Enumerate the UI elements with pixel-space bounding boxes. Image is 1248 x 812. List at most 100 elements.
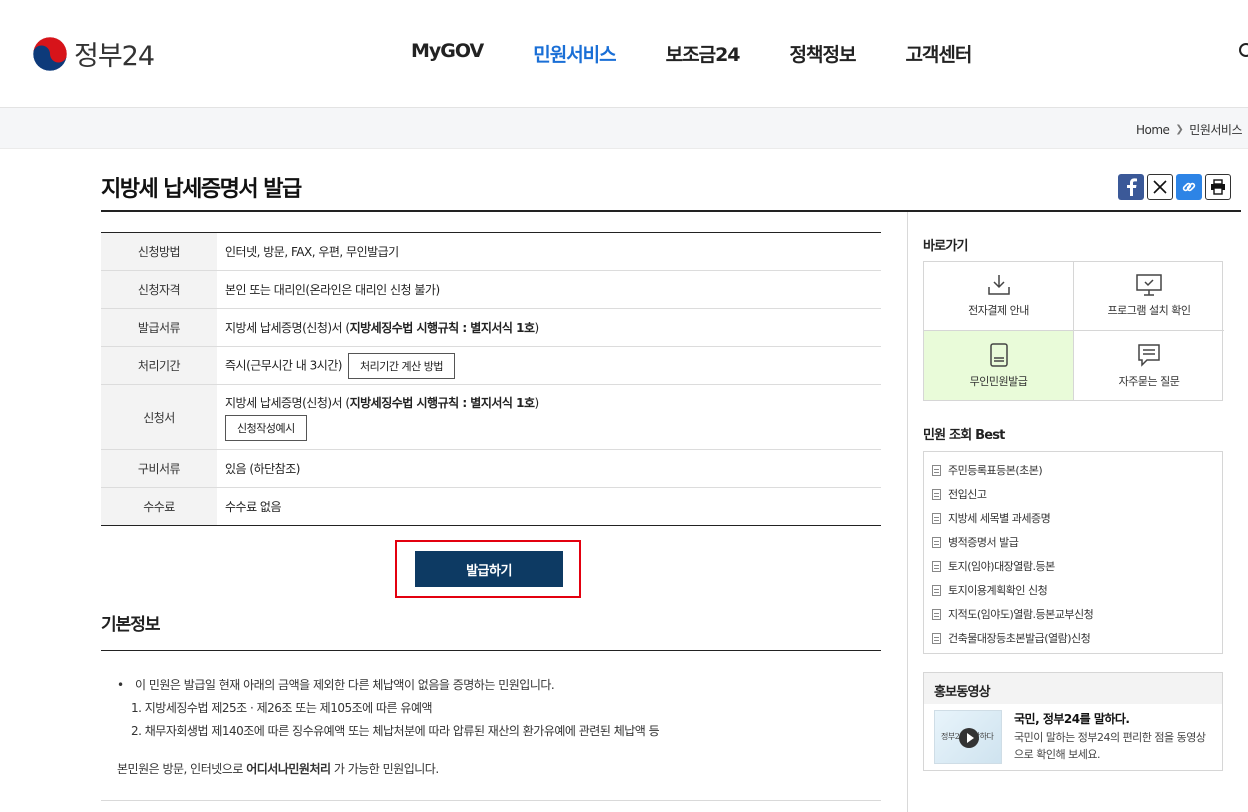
promo-title: 홍보동영상 xyxy=(924,673,1222,704)
table-row: 신청방법 인터넷, 방문, FAX, 우편, 무인발급기 xyxy=(101,232,881,271)
nav-subsidy[interactable]: 보조금24 xyxy=(666,40,741,67)
promo-video-box: 홍보동영상 정부24를 말하다 국민, 정부24를 말하다. 국민이 말하는 정… xyxy=(923,672,1223,771)
best-item-label: 토지(임야)대장열람.등본 xyxy=(948,560,1055,573)
quick-link-label: 프로그램 설치 확인 xyxy=(1107,304,1191,317)
table-row: 처리기간 즉시(근무시간 내 3시간) 처리기간 계산 방법 xyxy=(101,346,881,385)
nav-policy[interactable]: 정책정보 xyxy=(790,40,857,67)
form-text: 지방세 납세증명(신청)서 ( xyxy=(225,395,350,410)
period-text: 즉시(근무시간 내 3시간) xyxy=(225,358,343,372)
nav-mygov[interactable]: MyGOV xyxy=(411,40,484,67)
row-value: 본인 또는 대리인(온라인은 대리인 신청 불가) xyxy=(217,270,881,309)
search-icon[interactable] xyxy=(1238,42,1248,62)
bullet-icon: • xyxy=(117,678,124,692)
best-item-label: 병적증명서 발급 xyxy=(948,536,1019,549)
title-divider xyxy=(101,210,1241,212)
row-label: 신청자격 xyxy=(101,270,217,309)
documents-close: ) xyxy=(534,321,540,335)
quick-links-grid: 전자결제 안내 프로그램 설치 확인 무인민원발급 자주묻는 질문 xyxy=(923,261,1224,401)
quick-link-label: 무인민원발급 xyxy=(969,374,1028,388)
row-label: 발급서류 xyxy=(101,308,217,347)
note-text-end: 가 가능한 민원입니다. xyxy=(330,762,439,776)
document-icon xyxy=(932,464,941,476)
faq-chat-icon xyxy=(1138,343,1160,367)
best-title: 민원 조회 Best xyxy=(923,428,1005,443)
form-close: ) xyxy=(534,395,540,410)
site-header: 정부24 MyGOV 민원서비스 보조금24 정책정보 고객센터 xyxy=(0,0,1248,108)
quick-link-epayment[interactable]: 전자결제 안내 xyxy=(924,262,1074,331)
best-item[interactable]: 건축물대장등초본발급(열람)신청 xyxy=(932,626,1222,650)
note-text: 본민원은 방문, 인터넷으로 xyxy=(117,762,247,776)
best-item[interactable]: 지적도(임야도)열람.등본교부신청 xyxy=(932,602,1222,626)
video-thumbnail[interactable]: 정부24를 말하다 xyxy=(934,710,1002,764)
list-item: • 이 민원은 발급일 현재 아래의 금액을 제외한 다른 체납액이 없음을 증명… xyxy=(117,674,659,697)
nav-civil-service[interactable]: 민원서비스 xyxy=(533,40,616,67)
best-list: 주민등록표등본(초본) 전입신고 지방세 세목별 과세증명 병적증명서 발급 토… xyxy=(923,451,1223,654)
copy-link-button[interactable] xyxy=(1176,174,1202,200)
page-title: 지방세 납세증명서 발급 xyxy=(101,177,302,202)
document-icon xyxy=(932,488,941,500)
download-icon xyxy=(987,275,1010,295)
best-item[interactable]: 주민등록표등본(초본) xyxy=(932,458,1222,482)
quick-link-program-check[interactable]: 프로그램 설치 확인 xyxy=(1074,262,1224,331)
form-law: 지방세징수법 시행규칙 : 별지서식 1호 xyxy=(349,395,535,410)
list-item: 2. 채무자회생법 제140조에 따른 징수유예액 또는 체납처분에 따라 압류… xyxy=(131,724,660,738)
best-item-label: 지적도(임야도)열람.등본교부신청 xyxy=(948,608,1094,621)
row-label: 수수료 xyxy=(101,487,217,526)
basic-info-text: 이 민원은 발급일 현재 아래의 금액을 제외한 다른 체납액이 없음을 증명하… xyxy=(135,678,555,692)
best-item[interactable]: 전입신고 xyxy=(932,482,1222,506)
best-item[interactable]: 지방세 세목별 과세증명 xyxy=(932,506,1222,530)
list-item: 1. 지방세징수법 제25조 · 제26조 또는 제105조에 따른 유예액 xyxy=(131,701,433,715)
site-logo[interactable]: 정부24 xyxy=(32,34,155,73)
promo-video-title[interactable]: 국민, 정부24를 말하다. xyxy=(1014,710,1130,727)
row-label: 신청서 xyxy=(101,384,217,450)
play-icon[interactable] xyxy=(959,728,979,748)
nav-customer-center[interactable]: 고객센터 xyxy=(905,40,972,67)
table-row: 발급서류 지방세 납세증명(신청)서 (지방세징수법 시행규칙 : 별지서식 1… xyxy=(101,308,881,347)
best-item-label: 토지이용계획확인 신청 xyxy=(948,584,1048,597)
note-highlight: 어디서나민원처리 xyxy=(246,762,331,776)
breadcrumb-current[interactable]: 민원서비스 xyxy=(1189,121,1242,138)
logo-text: 정부24 xyxy=(74,41,155,72)
best-item[interactable]: 토지이용계획확인 신청 xyxy=(932,578,1222,602)
quick-link-kiosk[interactable]: 무인민원발급 xyxy=(924,331,1074,400)
monitor-check-icon xyxy=(1136,274,1162,296)
quick-link-label: 자주묻는 질문 xyxy=(1118,374,1180,388)
best-item[interactable]: 토지(임야)대장열람.등본 xyxy=(932,554,1222,578)
row-value: 수수료 없음 xyxy=(225,500,282,514)
basic-info-title: 기본정보 xyxy=(101,615,161,635)
best-item-label: 전입신고 xyxy=(948,488,987,501)
print-button[interactable] xyxy=(1205,174,1231,200)
document-icon xyxy=(932,536,941,548)
printer-icon xyxy=(1211,179,1225,195)
issue-button[interactable]: 발급하기 xyxy=(415,551,563,587)
row-value: 지방세 납세증명(신청)서 (지방세징수법 시행규칙 : 별지서식 1호) xyxy=(217,308,881,347)
best-item[interactable]: 병적증명서 발급 xyxy=(932,530,1222,554)
breadcrumb: Home ❯ 민원서비스 xyxy=(1136,121,1243,138)
document-icon xyxy=(932,512,941,524)
table-row: 수수료 수수료 없음 xyxy=(101,487,881,526)
x-icon xyxy=(1153,180,1167,194)
taegeuk-logo-icon xyxy=(32,36,68,71)
link-icon xyxy=(1182,182,1196,192)
quick-links-title: 바로가기 xyxy=(923,239,968,254)
table-row: 신청자격 본인 또는 대리인(온라인은 대리인 신청 불가) xyxy=(101,270,881,309)
kiosk-icon xyxy=(989,342,1008,367)
row-value: 지방세 납세증명(신청)서 (지방세징수법 시행규칙 : 별지서식 1호) 신청… xyxy=(217,384,881,450)
quick-link-faq[interactable]: 자주묻는 질문 xyxy=(1074,331,1224,400)
row-value: 즉시(근무시간 내 3시간) 처리기간 계산 방법 xyxy=(217,346,881,385)
documents-law: 지방세징수법 시행규칙 : 별지서식 1호 xyxy=(349,321,535,335)
period-calc-button[interactable]: 처리기간 계산 방법 xyxy=(348,352,455,379)
breadcrumb-bar: Home ❯ 민원서비스 xyxy=(0,108,1248,149)
section-divider xyxy=(101,800,881,801)
documents-text: 지방세 납세증명(신청)서 ( xyxy=(225,321,350,335)
form-example-button[interactable]: 신청작성예시 xyxy=(225,414,307,441)
promo-description: 국민이 말하는 정부24의 편리한 점을 동영상으로 확인해 보세요. xyxy=(1014,731,1206,761)
row-label: 처리기간 xyxy=(101,346,217,385)
row-value: 있음 (하단참조) xyxy=(217,449,881,488)
best-item-label: 지방세 세목별 과세증명 xyxy=(948,512,1051,525)
facebook-share-button[interactable] xyxy=(1118,174,1144,200)
x-share-button[interactable] xyxy=(1147,174,1173,200)
document-icon xyxy=(932,632,941,644)
service-info-table: 신청방법 인터넷, 방문, FAX, 우편, 무인발급기 신청자격 본인 또는 … xyxy=(101,232,881,526)
breadcrumb-home[interactable]: Home xyxy=(1136,123,1170,137)
